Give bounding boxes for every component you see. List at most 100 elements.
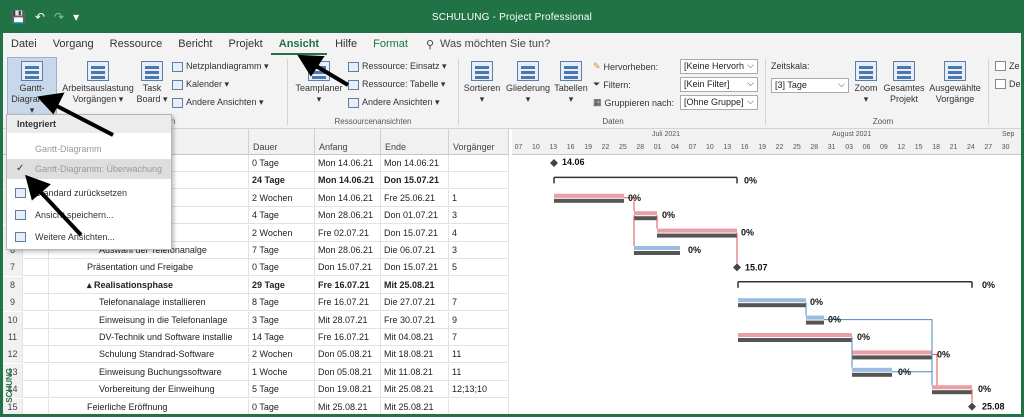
row-indicator[interactable] xyxy=(23,276,49,294)
predecessor-cell[interactable]: 7 xyxy=(449,294,509,312)
other-views-button[interactable]: Andere Ansichten ▾ xyxy=(172,97,264,108)
row-indicator[interactable] xyxy=(23,259,49,277)
other-resource-views-button[interactable]: Andere Ansichten ▾ xyxy=(348,97,440,108)
start-cell[interactable]: Fre 16.07.21 xyxy=(315,329,381,346)
duration-cell[interactable]: 8 Tage xyxy=(249,294,315,312)
predecessor-cell[interactable] xyxy=(449,398,509,414)
table-row[interactable]: 14 Vorbereitung der Einweihung 5 Tage Don 1… xyxy=(3,381,509,399)
predecessor-cell[interactable]: 1 xyxy=(449,189,509,207)
predecessor-cell[interactable]: 4 xyxy=(449,224,509,242)
start-cell[interactable]: Mit 25.08.21 xyxy=(315,398,381,414)
tab-format[interactable]: Format xyxy=(365,33,416,55)
table-row[interactable]: 13 Einweisung Buchungssoftware 1 Woche Don … xyxy=(3,363,509,381)
dropdown-item-reset[interactable]: Standard zurücksetzen xyxy=(7,183,171,203)
task-name-cell[interactable]: Telefonanalage installieren xyxy=(49,294,249,312)
task-board-button[interactable]: Task Board ▾ xyxy=(135,61,169,105)
start-cell[interactable]: Fre 16.07.21 xyxy=(315,294,381,312)
duration-cell[interactable]: 7 Tage xyxy=(249,242,315,259)
start-cell[interactable]: Mon 28.06.21 xyxy=(315,242,381,259)
task-name-cell[interactable]: DV-Technik und Software installie xyxy=(49,329,249,346)
start-cell[interactable]: Fre 02.07.21 xyxy=(315,224,381,242)
task-name-cell[interactable]: Einweisung Buchungssoftware xyxy=(49,363,249,381)
finish-cell[interactable]: Die 06.07.21 xyxy=(381,242,449,259)
start-cell[interactable]: Don 05.08.21 xyxy=(315,346,381,364)
duration-cell[interactable]: 2 Wochen xyxy=(249,346,315,364)
finish-cell[interactable]: Don 15.07.21 xyxy=(381,172,449,190)
duration-cell[interactable]: 1 Woche xyxy=(249,363,315,381)
task-name-cell[interactable]: Präsentation und Freigabe xyxy=(49,259,249,277)
duration-cell[interactable]: 24 Tage xyxy=(249,172,315,190)
finish-cell[interactable]: Mit 25.08.21 xyxy=(381,276,449,294)
start-cell[interactable]: Don 15.07.21 xyxy=(315,259,381,277)
duration-cell[interactable]: 0 Tage xyxy=(249,398,315,414)
row-id[interactable]: 10 xyxy=(3,311,23,329)
header-anfang[interactable]: Anfang xyxy=(315,129,381,155)
finish-cell[interactable]: Mon 14.06.21 xyxy=(381,155,449,172)
start-cell[interactable]: Mon 28.06.21 xyxy=(315,207,381,225)
tab-ansicht[interactable]: Ansicht xyxy=(270,33,328,55)
predecessor-cell[interactable] xyxy=(449,172,509,190)
start-cell[interactable]: Mon 14.06.21 xyxy=(315,155,381,172)
table-row[interactable]: 9 Telefonanalage installieren 8 Tage Fre 16… xyxy=(3,294,509,312)
row-id[interactable]: 9 xyxy=(3,294,23,312)
predecessor-cell[interactable] xyxy=(449,155,509,172)
start-cell[interactable]: Don 19.08.21 xyxy=(315,381,381,399)
row-id[interactable]: 11 xyxy=(3,329,23,346)
filter-select[interactable]: [Kein Filter] xyxy=(680,77,758,92)
duration-cell[interactable]: 0 Tage xyxy=(249,259,315,277)
timescale-select[interactable]: [3] Tage xyxy=(771,78,849,93)
tab-ressource[interactable]: Ressource xyxy=(102,33,171,55)
predecessor-cell[interactable]: 3 xyxy=(449,242,509,259)
tab-vorgang[interactable]: Vorgang xyxy=(45,33,102,55)
duration-cell[interactable]: 29 Tage xyxy=(249,276,315,294)
task-name-cell[interactable]: Vorbereitung der Einweihung xyxy=(49,381,249,399)
task-name-cell[interactable]: ▴ Realisationsphase xyxy=(49,276,249,294)
start-cell[interactable]: Fre 16.07.21 xyxy=(315,276,381,294)
duration-cell[interactable]: 14 Tage xyxy=(249,329,315,346)
predecessor-cell[interactable]: 11 xyxy=(449,363,509,381)
duration-cell[interactable]: 0 Tage xyxy=(249,155,315,172)
predecessor-cell[interactable]: 11 xyxy=(449,346,509,364)
table-row[interactable]: 8 ▴ Realisationsphase 29 Tage Fre 16.07.21 M… xyxy=(3,276,509,294)
finish-cell[interactable]: Mit 25.08.21 xyxy=(381,381,449,399)
zoom-button[interactable]: Zoom ▾ xyxy=(851,61,881,105)
table-row[interactable]: 7 Präsentation und Freigabe 0 Tage Don 15.0… xyxy=(3,259,509,277)
timeline-checkbox[interactable]: Ze xyxy=(995,61,1020,71)
sort-button[interactable]: Sortieren ▾ xyxy=(463,61,501,105)
row-indicator[interactable] xyxy=(23,381,49,399)
team-planner-button[interactable]: Teamplaner ▾ xyxy=(294,61,344,105)
start-cell[interactable]: Mon 14.06.21 xyxy=(315,189,381,207)
entire-project-button[interactable]: Gesamtes Projekt xyxy=(883,61,925,105)
group-by-select[interactable]: [Ohne Gruppe] xyxy=(680,95,758,110)
selected-tasks-button[interactable]: Ausgewählte Vorgänge xyxy=(927,61,983,105)
highlight-select[interactable]: [Keine Hervorh xyxy=(680,59,758,74)
duration-cell[interactable]: 3 Tage xyxy=(249,311,315,329)
finish-cell[interactable]: Fre 25.06.21 xyxy=(381,189,449,207)
tab-projekt[interactable]: Projekt xyxy=(221,33,271,55)
dropdown-item-tracking-gantt[interactable]: ✓ Gantt-Diagramm: Überwachung xyxy=(7,159,171,179)
row-indicator[interactable] xyxy=(23,311,49,329)
row-indicator[interactable] xyxy=(23,329,49,346)
task-name-cell[interactable]: Schulung Standrad-Software xyxy=(49,346,249,364)
row-indicator[interactable] xyxy=(23,398,49,414)
finish-cell[interactable]: Mit 25.08.21 xyxy=(381,398,449,414)
resource-sheet-button[interactable]: Ressource: Tabelle ▾ xyxy=(348,79,445,90)
task-name-cell[interactable]: Einweisung in die Telefonanlage xyxy=(49,311,249,329)
duration-cell[interactable]: 4 Tage xyxy=(249,207,315,225)
outline-button[interactable]: Gliederung ▾ xyxy=(505,61,551,105)
row-id[interactable]: 7 xyxy=(3,259,23,277)
row-indicator[interactable] xyxy=(23,363,49,381)
calendar-button[interactable]: Kalender ▾ xyxy=(172,79,229,90)
finish-cell[interactable]: Fre 30.07.21 xyxy=(381,311,449,329)
tab-bericht[interactable]: Bericht xyxy=(170,33,220,55)
finish-cell[interactable]: Don 15.07.21 xyxy=(381,259,449,277)
predecessor-cell[interactable]: 9 xyxy=(449,311,509,329)
row-indicator[interactable] xyxy=(23,346,49,364)
tables-button[interactable]: Tabellen ▾ xyxy=(553,61,589,105)
dropdown-item-more-views[interactable]: Weitere Ansichten... xyxy=(7,227,171,247)
start-cell[interactable]: Don 05.08.21 xyxy=(315,363,381,381)
finish-cell[interactable]: Mit 11.08.21 xyxy=(381,363,449,381)
predecessor-cell[interactable]: 5 xyxy=(449,259,509,277)
predecessor-cell[interactable]: 12;13;10 xyxy=(449,381,509,399)
tab-datei[interactable]: Datei xyxy=(3,33,45,55)
